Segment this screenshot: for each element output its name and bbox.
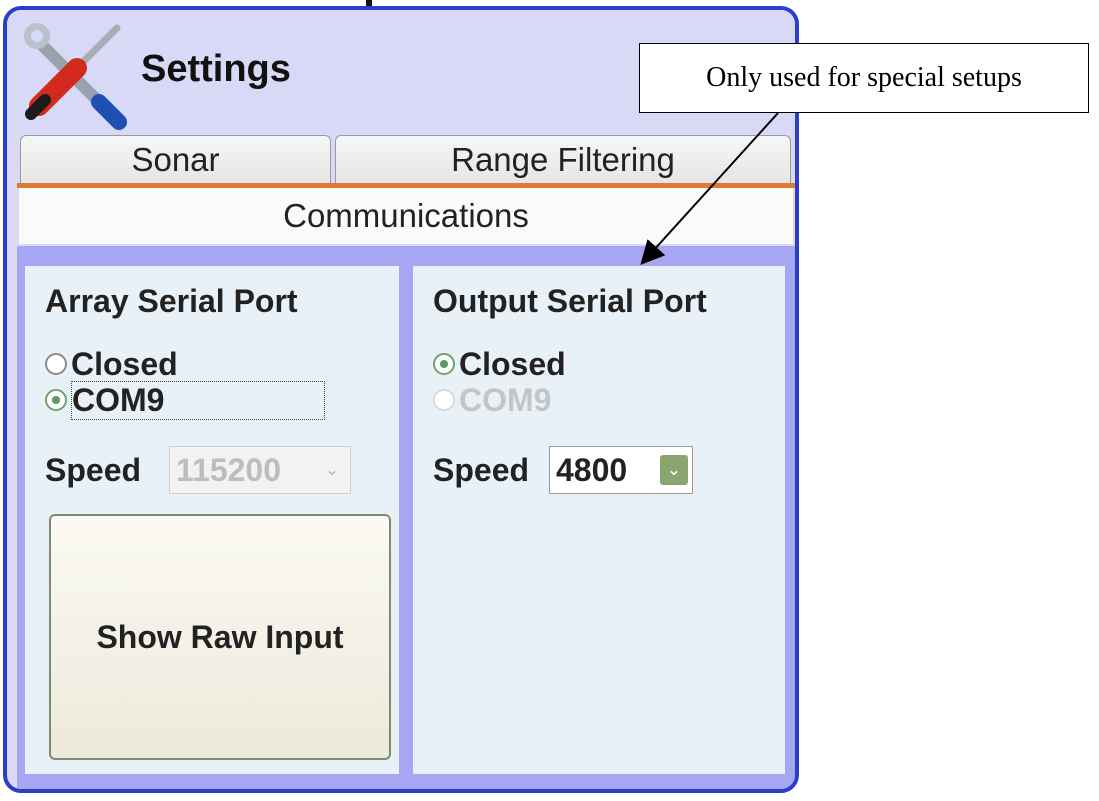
annotation-callout: Only used for special setups — [639, 43, 1089, 113]
show-raw-input-button[interactable]: Show Raw Input — [49, 514, 391, 760]
radio-button-icon — [433, 389, 455, 411]
panel-title: Array Serial Port — [45, 283, 298, 319]
radio-label: COM9 — [71, 380, 326, 420]
array-radio-com9[interactable]: COM9 — [45, 380, 326, 420]
window-title: Settings — [141, 48, 291, 90]
speed-value: 115200 — [176, 451, 282, 488]
panel-title: Output Serial Port — [433, 283, 707, 319]
tab-sonar[interactable]: Sonar — [20, 135, 331, 183]
radio-button-icon[interactable] — [45, 353, 67, 375]
chevron-down-icon: ⌄ — [660, 455, 688, 485]
speed-label: Speed — [433, 452, 530, 488]
output-serial-port-panel: Output Serial Port Closed COM9 Speed 480… — [413, 266, 785, 774]
radio-label: Closed — [459, 345, 566, 382]
array-radio-closed[interactable]: Closed — [45, 346, 178, 382]
tab-communications[interactable]: Communications — [19, 188, 793, 244]
settings-window: Settings Sonar Range Filtering Communica… — [3, 6, 799, 793]
radio-button-checked-icon[interactable] — [45, 389, 67, 411]
radio-label: Closed — [71, 345, 178, 382]
wrench-screwdriver-icon — [24, 23, 127, 130]
chevron-down-icon: ⌄ — [325, 462, 339, 479]
tab-content: Array Serial Port Closed COM9 Speed 1152… — [17, 246, 795, 789]
output-speed-select[interactable]: 4800 ⌄ — [549, 446, 693, 494]
output-radio-com9: COM9 — [433, 382, 551, 418]
radio-label: COM9 — [459, 381, 552, 418]
array-speed-select[interactable]: 115200 ⌄ — [169, 446, 351, 494]
array-serial-port-panel: Array Serial Port Closed COM9 Speed 1152… — [25, 266, 399, 774]
tab-range-filtering[interactable]: Range Filtering — [335, 135, 791, 183]
radio-button-checked-icon[interactable] — [433, 353, 455, 375]
output-radio-closed[interactable]: Closed — [433, 346, 566, 382]
speed-value: 4800 — [556, 451, 628, 488]
speed-label: Speed — [45, 452, 142, 488]
